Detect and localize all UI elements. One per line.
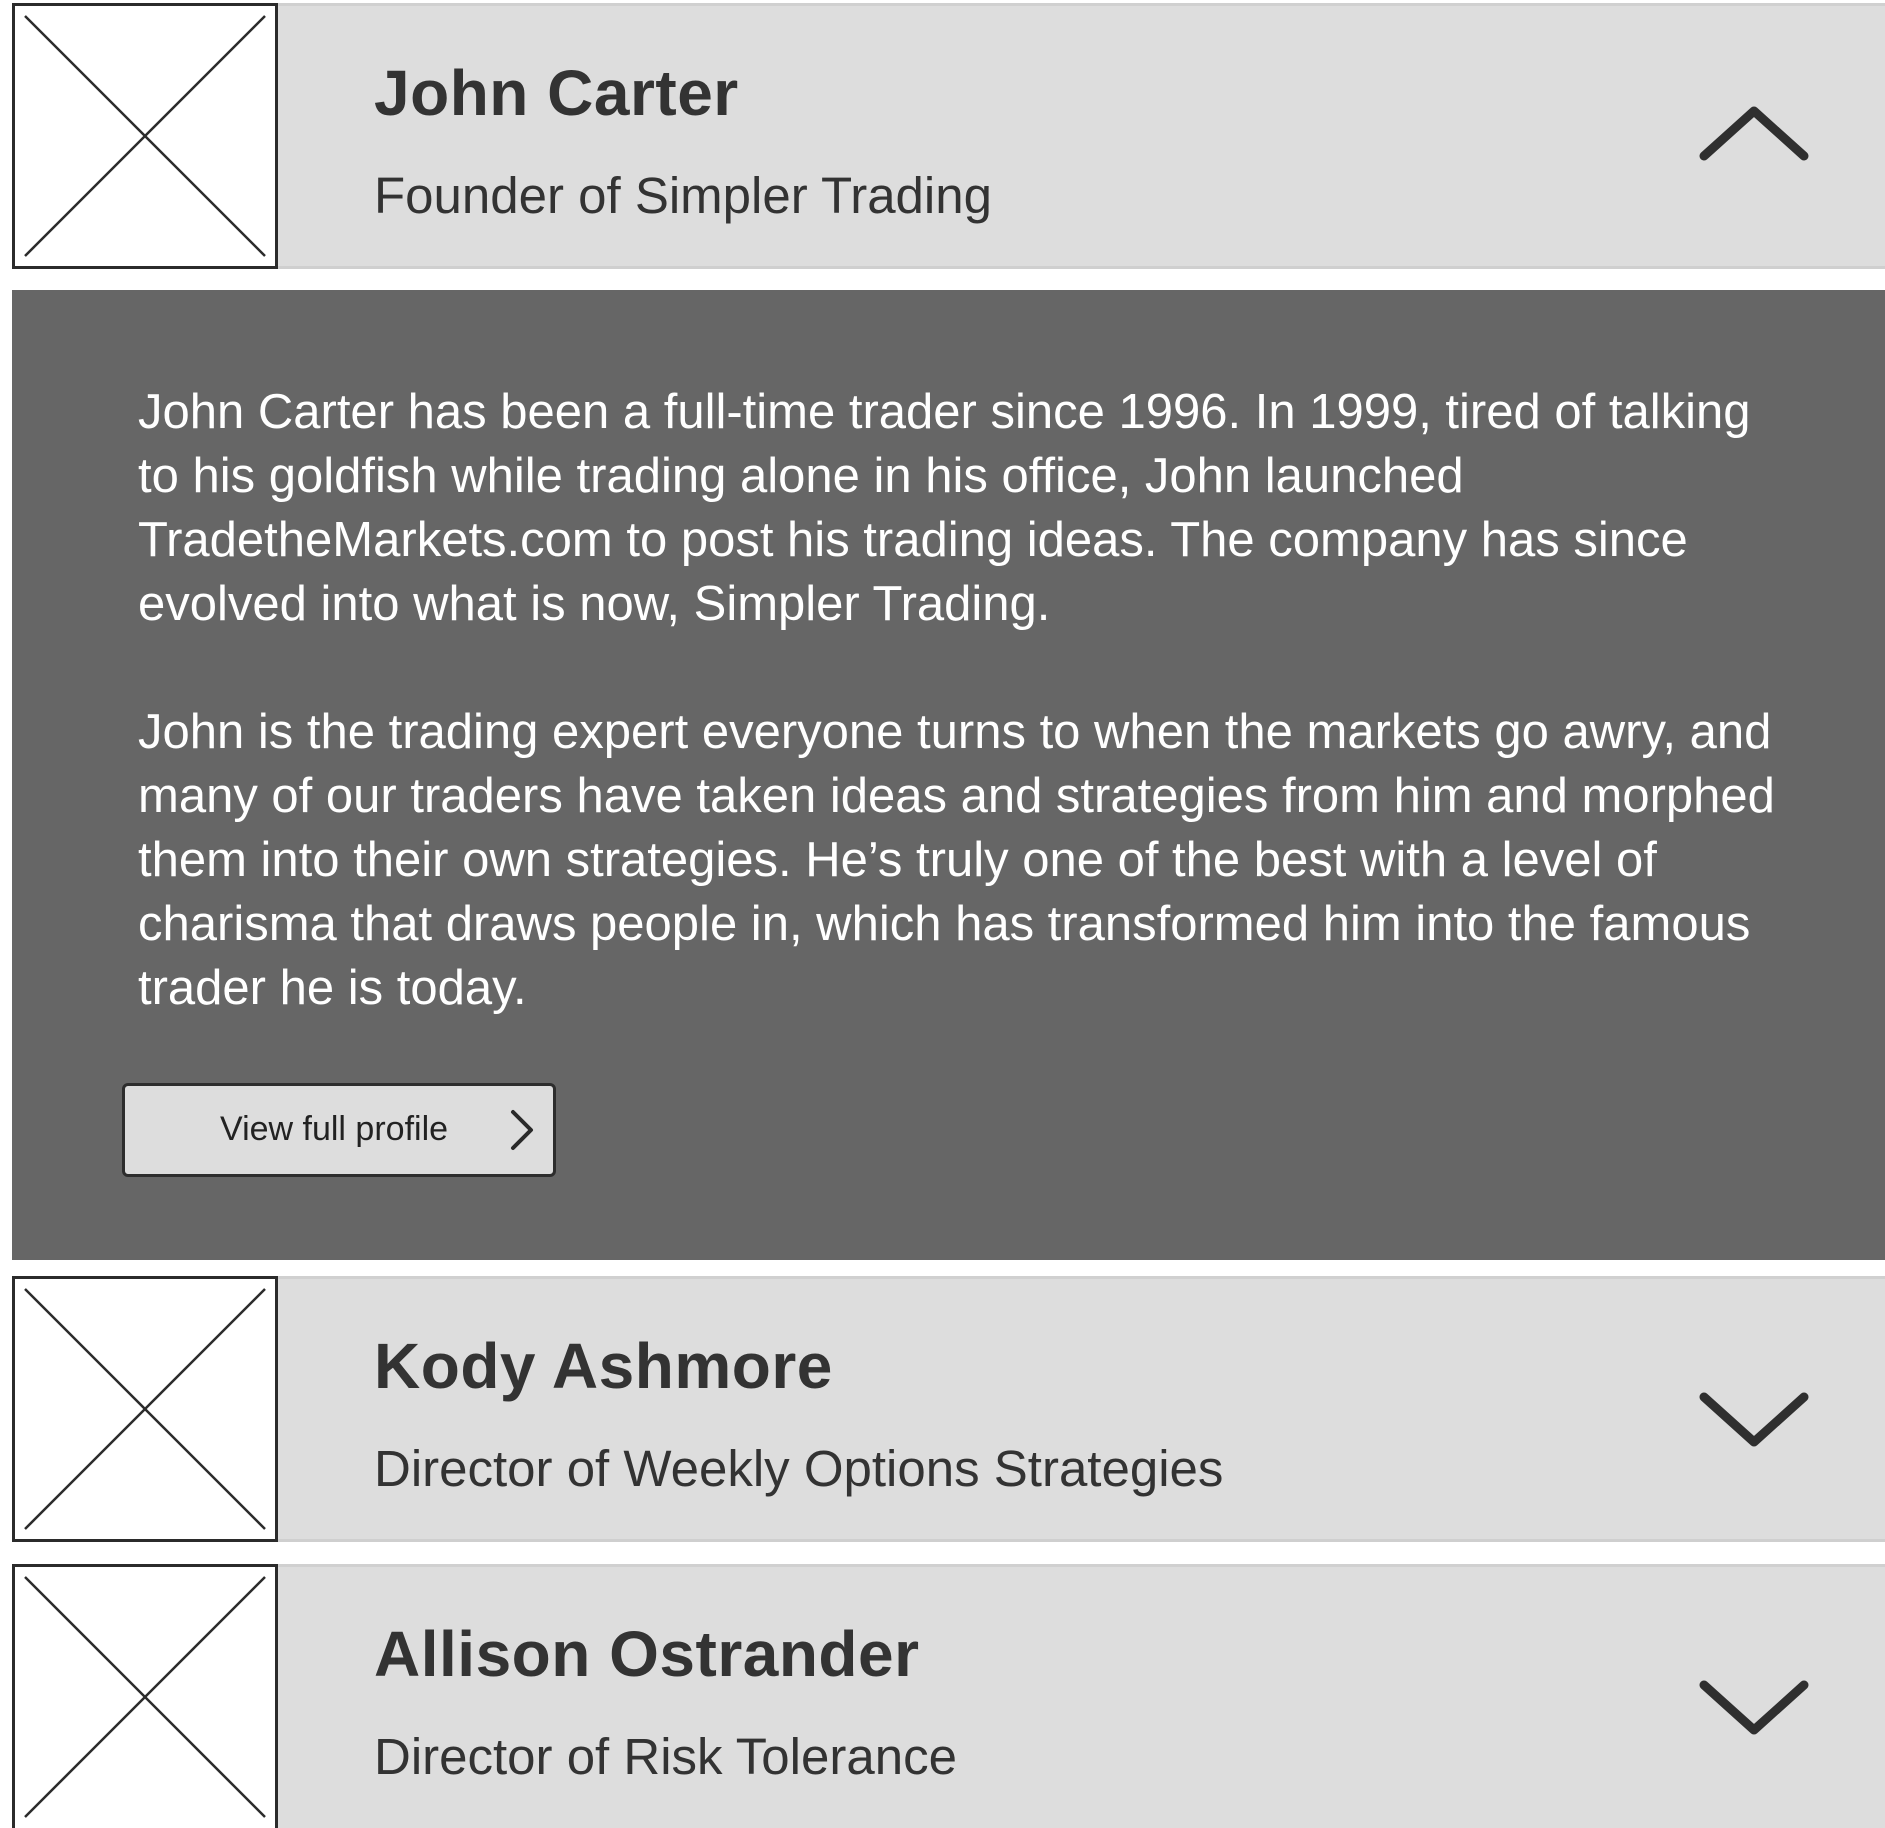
- person-title: Founder of Simpler Trading: [374, 167, 992, 224]
- view-full-profile-button[interactable]: View full profile: [122, 1083, 556, 1177]
- chevron-down-icon[interactable]: [1694, 1670, 1814, 1750]
- view-full-profile-label: View full profile: [220, 1110, 449, 1148]
- trader-list-page: John Carter Founder of Simpler Trading J…: [0, 0, 1885, 1828]
- accordion-header-allison-ostrander[interactable]: Allison Ostrander Director of Risk Toler…: [12, 1564, 1885, 1828]
- person-title: Director of Risk Tolerance: [374, 1728, 957, 1785]
- person-name: John Carter: [374, 57, 739, 129]
- image-placeholder-icon: [24, 15, 266, 257]
- chevron-up-icon[interactable]: [1694, 91, 1814, 171]
- bio-paragraph: John Carter has been a full-time trader …: [138, 385, 1751, 631]
- accordion-header-john-carter[interactable]: John Carter Founder of Simpler Trading: [12, 3, 1885, 269]
- avatar-placeholder: [12, 1276, 278, 1542]
- accordion-header-kody-ashmore[interactable]: Kody Ashmore Director of Weekly Options …: [12, 1276, 1885, 1542]
- person-name: Allison Ostrander: [374, 1618, 920, 1690]
- avatar-placeholder: [12, 1564, 278, 1828]
- chevron-right-icon: [511, 1110, 533, 1150]
- image-placeholder-icon: [24, 1576, 266, 1818]
- avatar-placeholder: [12, 3, 278, 269]
- bio-paragraph: John is the trading expert everyone turn…: [138, 705, 1775, 1015]
- person-name: Kody Ashmore: [374, 1330, 833, 1402]
- chevron-down-icon[interactable]: [1694, 1382, 1814, 1462]
- person-title: Director of Weekly Options Strategies: [374, 1440, 1224, 1497]
- image-placeholder-icon: [24, 1288, 266, 1530]
- expanded-profile-panel: John Carter has been a full-time trader …: [12, 290, 1885, 1260]
